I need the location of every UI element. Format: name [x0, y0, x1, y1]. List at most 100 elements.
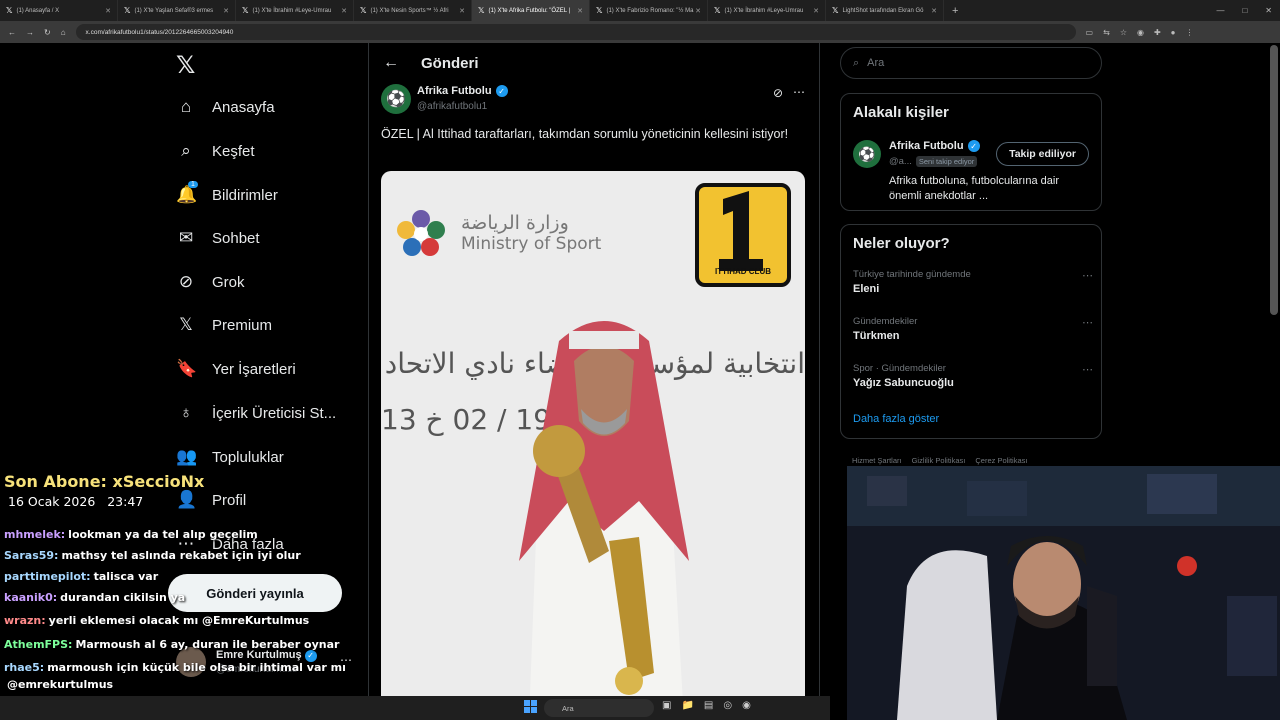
close-icon[interactable]: ✕ [813, 7, 819, 15]
trend-meta: Spor · Gündemdekiler [853, 363, 946, 374]
taskbar-search-label: Ara [562, 703, 574, 713]
browser-tab[interactable]: 𝕏 (1) X'te Fabrizio Romano: "½ Ma ✕ [590, 0, 708, 21]
home-icon[interactable]: ⌂ [61, 28, 66, 37]
nav-item-label: Grok [212, 273, 245, 291]
chat-message: kaanik0: durandan cikilsin ya [4, 591, 185, 604]
related-name[interactable]: Afrika Futbolu ✓ [889, 140, 980, 152]
author-handle[interactable]: @afrikafutbolu1 [417, 101, 487, 112]
x-favicon-icon: 𝕏 [124, 6, 131, 15]
nav-item-communities[interactable]: 👥 Topluluklar [176, 447, 284, 467]
close-icon[interactable]: ✕ [105, 7, 111, 15]
star-icon[interactable]: ☆ [1120, 28, 1127, 37]
new-tab-icon[interactable]: + [944, 5, 958, 17]
author-avatar[interactable]: ⚽ [381, 84, 411, 114]
nav-item-mail[interactable]: ✉ Sohbet [176, 228, 260, 248]
browser-tab[interactable]: 𝕏 LightShot tarafından Ekran Gö ✕ [826, 0, 944, 21]
cast-icon[interactable]: ▭ [1086, 28, 1094, 37]
back-arrow-icon[interactable]: ← [8, 28, 16, 37]
footer-link[interactable]: Gizlilik Politikası [912, 456, 966, 465]
taskbar-apps: ▣ 📁 ▤ ◎ ◉ [662, 700, 751, 711]
nav-item-x-premium[interactable]: 𝕏 Premium [176, 315, 272, 335]
close-icon[interactable]: ✕ [223, 7, 229, 15]
grok-icon[interactable]: ⊘ [773, 86, 783, 100]
search-input[interactable]: ⌕ Ara [840, 47, 1102, 79]
trend-item[interactable]: Gündemdekiler Türkmen ⋯ [853, 316, 1093, 342]
post-image[interactable]: وزارة الرياضة Ministry of Sport ITTIHAD … [381, 171, 805, 720]
tab-label: (1) X'te Afrika Futbolu: "ÖZEL | [488, 7, 571, 14]
nav-item-profile[interactable]: 👤 Profil [176, 490, 246, 510]
chrome-icon[interactable]: ◎ [723, 700, 732, 711]
chat-message: mhmelek: lookman ya da tel alıp geçelim [4, 528, 258, 541]
maximize-icon[interactable]: □ [1242, 6, 1247, 15]
close-icon[interactable]: ✕ [341, 7, 347, 15]
page-title: Gönderi [421, 54, 479, 72]
profile-avatar-icon[interactable]: ● [1171, 28, 1176, 37]
nav-item-label: Anasayfa [212, 98, 275, 116]
chat-username: AthemFPS: [4, 638, 73, 651]
nav-item-creator[interactable]: ♁ İçerik Üreticisi St... [176, 403, 337, 423]
chat-text: lookman ya da tel alıp geçelim [68, 528, 258, 541]
translate-icon[interactable]: ⇆ [1103, 28, 1110, 37]
browser-tab[interactable]: 𝕏 (1) X'te Nesin Sports™ ½ Afri ✕ [354, 0, 472, 21]
close-icon[interactable]: ✕ [577, 7, 583, 15]
address-bar[interactable]: x.com/afrikafutbolu1/status/201226466500… [75, 24, 1076, 40]
more-icon[interactable]: ⋯ [1082, 269, 1093, 282]
browser-toolbar: ← → ↻ ⌂ x.com/afrikafutbolu1/status/2012… [0, 21, 1280, 43]
column-header: ← Gönderi [369, 43, 819, 83]
nav-item-home[interactable]: ⌂ Anasayfa [176, 97, 275, 117]
more-icon[interactable]: ⋯ [793, 85, 805, 99]
extension-icon[interactable]: ◉ [1137, 28, 1144, 37]
windows-taskbar: Ara ▣ 📁 ▤ ◎ ◉ [0, 696, 830, 720]
profile-icon: 👤 [176, 490, 198, 509]
nav-item-label: Bildirimler [212, 186, 278, 204]
browser-tab[interactable]: 𝕏 (1) X'te Afrika Futbolu: "ÖZEL | ✕ [472, 0, 590, 21]
nav-item-bell[interactable]: 🔔 Bildirimler 1 [176, 181, 278, 205]
forward-arrow-icon[interactable]: → [26, 28, 34, 37]
taskbar-search[interactable]: Ara [544, 699, 654, 717]
nav-item-grok[interactable]: ⊘ Grok [176, 272, 245, 292]
menu-icon[interactable]: ⋮ [1186, 28, 1194, 37]
browser-tab[interactable]: 𝕏 (1) X'te İbrahim #Leye-Umrau ✕ [236, 0, 354, 21]
related-avatar[interactable]: ⚽ [853, 140, 881, 168]
file-explorer-icon[interactable]: 📁 [681, 700, 693, 711]
close-icon[interactable]: ✕ [695, 7, 701, 15]
close-icon[interactable]: ✕ [931, 7, 937, 15]
trend-item[interactable]: Spor · Gündemdekiler Yağız Sabuncuoğlu ⋯ [853, 363, 1093, 389]
post-button[interactable]: Gönderi yayınla [168, 574, 342, 612]
browser-tab[interactable]: 𝕏 (1) X'te Yaşlan Sefa®3 ermes ✕ [118, 0, 236, 21]
url-text: x.com/afrikafutbolu1/status/201226466500… [85, 28, 234, 36]
tab-label: (1) X'te İbrahim #Leye-Umrau [724, 7, 804, 14]
browser-tab[interactable]: 𝕏 (1) Anasayfa / X ✕ [0, 0, 118, 21]
puzzle-icon[interactable]: ✚ [1154, 28, 1161, 37]
stream-date: 16 Ocak 2026 23:47 [8, 494, 144, 509]
back-arrow-icon[interactable]: ← [383, 54, 399, 72]
close-icon[interactable]: ✕ [459, 7, 465, 15]
close-icon[interactable]: ✕ [1265, 6, 1272, 15]
nav-item-bookmark[interactable]: 🔖 Yer İşaretleri [176, 359, 296, 379]
notification-badge: 1 [188, 181, 198, 188]
x-logo-icon[interactable]: 𝕏 [176, 51, 195, 80]
show-more-link[interactable]: Daha fazla göster [853, 413, 939, 425]
more-icon[interactable]: ⋯ [1082, 316, 1093, 329]
minimize-icon[interactable]: — [1216, 6, 1224, 15]
discord-icon[interactable]: ◉ [742, 700, 751, 711]
chat-text: durandan cikilsin ya [60, 591, 186, 604]
author-name[interactable]: Afrika Futbolu ✓ [417, 85, 508, 97]
nav-item-label: Keşfet [212, 142, 255, 160]
footer-links: Hizmet Şartları Gizlilik Politikası Çerez … [852, 456, 1027, 465]
windows-start-icon[interactable] [524, 700, 538, 714]
ministry-arabic-name: وزارة الرياضة [461, 212, 569, 234]
store-icon[interactable]: ▤ [704, 700, 713, 711]
nav-item-label: İçerik Üreticisi St... [212, 404, 337, 422]
more-icon[interactable]: ⋯ [1082, 363, 1093, 376]
trend-name: Eleni [853, 283, 880, 295]
scrollbar[interactable] [1270, 45, 1278, 315]
footer-link[interactable]: Hizmet Şartları [852, 456, 902, 465]
reload-icon[interactable]: ↻ [44, 28, 51, 37]
nav-item-search[interactable]: ⌕ Keşfet [176, 141, 255, 161]
task-view-icon[interactable]: ▣ [662, 700, 671, 711]
browser-tab[interactable]: 𝕏 (1) X'te İbrahim #Leye-Umrau ✕ [708, 0, 826, 21]
trend-item[interactable]: Türkiye tarihinde gündemde Eleni ⋯ [853, 269, 1093, 295]
following-button[interactable]: Takip ediliyor [996, 142, 1089, 166]
footer-link[interactable]: Çerez Politikası [975, 456, 1027, 465]
